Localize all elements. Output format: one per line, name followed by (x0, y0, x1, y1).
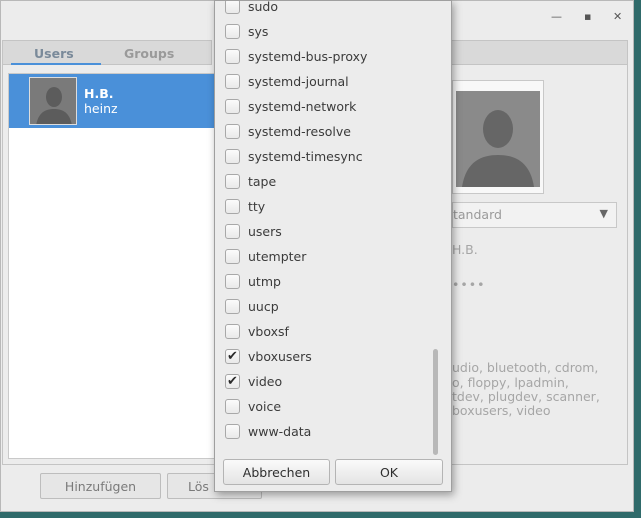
group-item[interactable]: tty (215, 194, 430, 219)
group-checkbox[interactable] (225, 1, 240, 14)
group-item-label: tape (248, 174, 277, 189)
group-item-label: sys (248, 24, 269, 39)
group-checkbox[interactable]: ✔ (225, 374, 240, 389)
group-item-label: voice (248, 399, 282, 414)
minimize-icon[interactable]: — (551, 10, 562, 23)
group-item-label: utempter (248, 249, 307, 264)
group-checkbox[interactable] (225, 49, 240, 64)
groups-line-4: boxusers, video (452, 403, 551, 418)
group-selection-popup: sudo sys systemd-bus-proxy systemd-journal s… (214, 0, 452, 492)
user-list[interactable]: H.B. heinz (8, 73, 218, 459)
user-list-item[interactable]: H.B. heinz (9, 74, 217, 128)
group-item[interactable]: www-data (215, 419, 430, 444)
group-checkbox[interactable] (225, 149, 240, 164)
group-checkbox[interactable] (225, 249, 240, 264)
group-checkbox[interactable] (225, 274, 240, 289)
group-item[interactable]: utempter (215, 244, 430, 269)
group-item-label: systemd-timesync (248, 149, 363, 164)
cancel-button[interactable]: Abbrechen (223, 459, 330, 485)
close-icon[interactable]: ✕ (613, 10, 622, 23)
group-checkbox[interactable] (225, 24, 240, 39)
group-item-label: systemd-network (248, 99, 357, 114)
group-checkbox[interactable] (225, 299, 240, 314)
group-item-label: tty (248, 199, 266, 214)
tab-bar: Users Groups (2, 40, 212, 65)
group-item[interactable]: vboxsf (215, 319, 430, 344)
group-item[interactable]: systemd-timesync (215, 144, 430, 169)
group-checkbox[interactable]: ✔ (225, 349, 240, 364)
group-item[interactable]: sys (215, 19, 430, 44)
group-checkbox[interactable] (225, 124, 240, 139)
group-item-label: systemd-journal (248, 74, 349, 89)
user-avatar-icon (29, 77, 77, 125)
group-item-label: sudo (248, 0, 279, 14)
group-item-label: uucp (248, 299, 279, 314)
group-item[interactable]: users (215, 219, 430, 244)
tab-groups[interactable]: Groups (124, 46, 174, 61)
group-item-label: vboxsf (248, 324, 289, 339)
user-photo-button[interactable] (452, 80, 544, 194)
full-name-value: H.B. (452, 242, 478, 257)
chevron-down-icon: ▼ (599, 207, 608, 220)
group-item[interactable]: systemd-bus-proxy (215, 44, 430, 69)
maximize-icon[interactable]: ▪ (584, 10, 591, 23)
group-item-label: video (248, 374, 283, 389)
tab-users[interactable]: Users (34, 46, 74, 61)
group-item-label: utmp (248, 274, 281, 289)
group-checkbox[interactable] (225, 324, 240, 339)
account-type-select[interactable]: tandard ▼ (452, 202, 617, 228)
group-item-label: vboxusers (248, 349, 312, 364)
group-checkbox[interactable] (225, 399, 240, 414)
large-user-avatar-icon (456, 91, 540, 187)
group-item[interactable]: uucp (215, 294, 430, 319)
group-item-label: systemd-bus-proxy (248, 49, 368, 64)
group-checkbox[interactable] (225, 174, 240, 189)
group-checkbox[interactable] (225, 199, 240, 214)
group-item[interactable]: voice (215, 394, 430, 419)
password-value: •••• (452, 277, 486, 292)
group-checkbox[interactable] (225, 424, 240, 439)
group-item[interactable]: ✔ video (215, 369, 430, 394)
group-item[interactable]: systemd-resolve (215, 119, 430, 144)
group-item-label: users (248, 224, 282, 239)
group-item[interactable]: systemd-network (215, 94, 430, 119)
group-item[interactable]: tape (215, 169, 430, 194)
groups-line-1: udio, bluetooth, cdrom, (452, 360, 599, 375)
group-item-label: www-data (248, 424, 312, 439)
group-checkbox[interactable] (225, 224, 240, 239)
scrollbar-thumb[interactable] (433, 349, 438, 455)
account-type-value: tandard (453, 207, 502, 222)
groups-line-3: tdev, plugdev, scanner, (452, 389, 600, 404)
user-login-name: heinz (84, 101, 118, 116)
tab-bar-right (452, 40, 628, 65)
group-item[interactable]: utmp (215, 269, 430, 294)
group-checkbox[interactable] (225, 74, 240, 89)
add-user-button[interactable]: Hinzufügen (40, 473, 161, 499)
user-full-name: H.B. (84, 86, 114, 101)
ok-button[interactable]: OK (335, 459, 443, 485)
groups-line-2: o, floppy, lpadmin, (452, 375, 569, 390)
group-item-label: systemd-resolve (248, 124, 351, 139)
group-item[interactable]: sudo (215, 0, 430, 19)
group-item[interactable]: systemd-journal (215, 69, 430, 94)
group-checkbox[interactable] (225, 99, 240, 114)
group-item[interactable]: ✔ vboxusers (215, 344, 430, 369)
